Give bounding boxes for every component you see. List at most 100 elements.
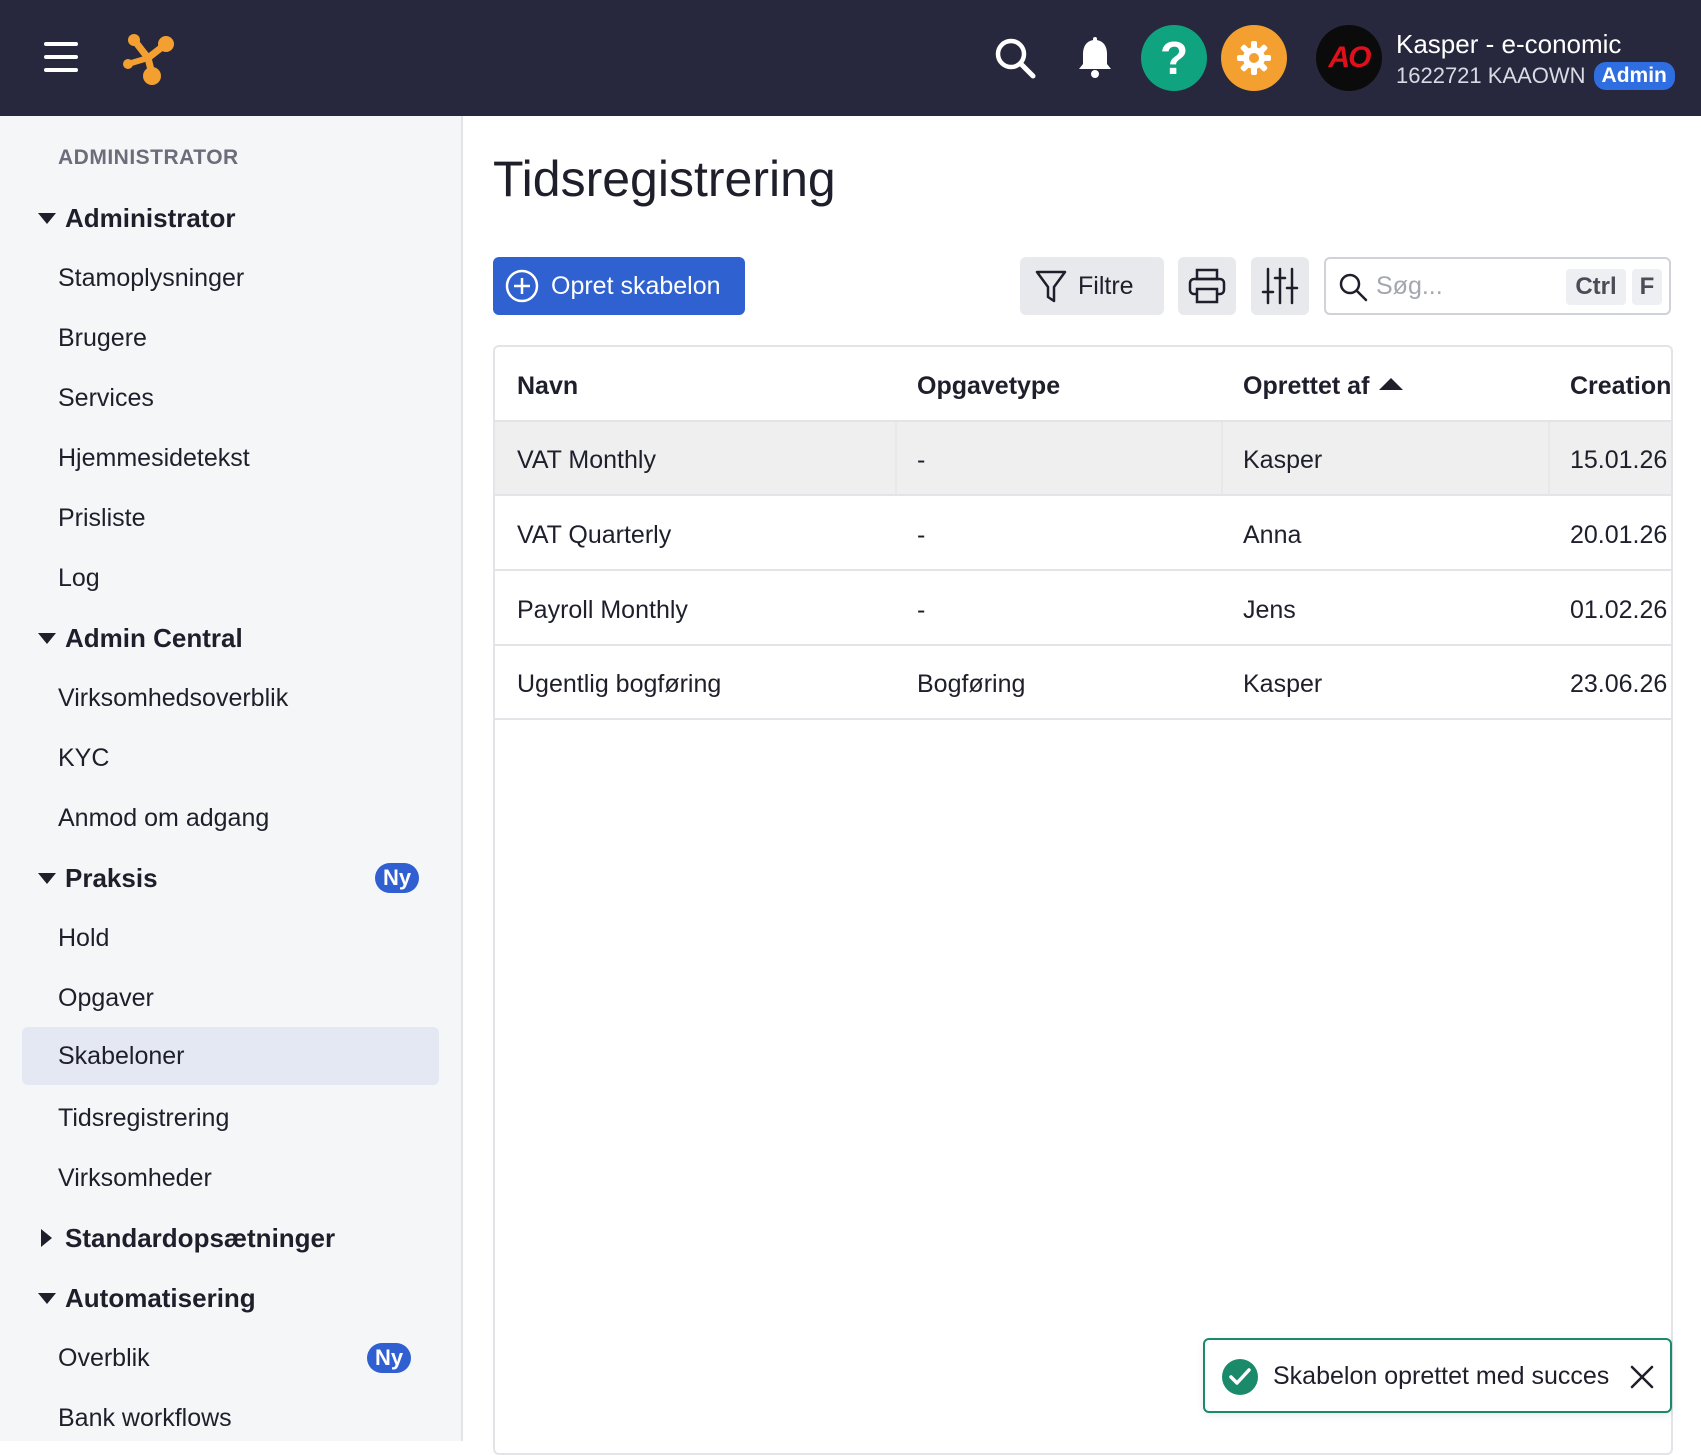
sidebar-item-bank-workflows[interactable]: Bank workflows xyxy=(0,1389,463,1447)
table-row[interactable]: VAT Quarterly - Anna 20.01.26 xyxy=(495,497,1671,571)
sidebar-item-label: Overblik xyxy=(58,1343,150,1372)
printer-icon xyxy=(1188,268,1226,304)
sidebar-item-virksomhedsoverblik[interactable]: Virksomhedsoverblik xyxy=(0,669,463,727)
close-icon[interactable] xyxy=(1629,1364,1655,1390)
sidebar-item-label: Log xyxy=(58,563,100,592)
sidebar-item-skabeloner[interactable]: Skabeloner xyxy=(22,1027,439,1085)
cell-creation: 23.06.26 xyxy=(1570,670,1668,698)
sidebar-item-label: Stamoplysninger xyxy=(58,263,245,292)
sidebar-item-label: Services xyxy=(58,383,154,412)
role-badge: Admin xyxy=(1593,62,1675,90)
sidebar-item-stamoplysninger[interactable]: Stamoplysninger xyxy=(0,249,463,307)
toast-message: Skabelon oprettet med succes xyxy=(1273,1362,1610,1390)
sidebar-item-prisliste[interactable]: Prisliste xyxy=(0,489,463,547)
shortcut-f-key: F xyxy=(1632,269,1662,305)
user-account: 1622721 KAAOWN Admin xyxy=(1396,62,1675,90)
sidebar-item-label: Skabeloner xyxy=(58,1041,185,1070)
help-button[interactable]: ? xyxy=(1141,25,1207,91)
cell-opgavetype: Bogføring xyxy=(917,670,1026,698)
cell-oprettet-af: Jens xyxy=(1243,596,1296,624)
sidebar-item-label: Anmod om adgang xyxy=(58,803,270,832)
sidebar-item-hjemmesidetekst[interactable]: Hjemmesidetekst xyxy=(0,429,463,487)
sidebar-item-label: Admin Central xyxy=(65,622,243,653)
columns-settings-button[interactable] xyxy=(1251,257,1309,315)
gear-icon xyxy=(1237,41,1271,75)
column-header-navn[interactable]: Navn xyxy=(517,372,578,401)
settings-button[interactable] xyxy=(1221,25,1287,91)
sidebar-group-administrator[interactable]: Administrator xyxy=(0,189,463,247)
sidebar-item-label: Opgaver xyxy=(58,983,154,1012)
sidebar-group-praksis[interactable]: Praksis Ny xyxy=(0,849,463,907)
sidebar-item-label: Bank workflows xyxy=(58,1403,232,1432)
cell-creation: 20.01.26 xyxy=(1570,521,1668,549)
sidebar-section-label: ADMINISTRATOR xyxy=(58,146,239,169)
caret-down-icon xyxy=(38,872,56,884)
table-row[interactable]: Payroll Monthly - Jens 01.02.26 xyxy=(495,572,1671,646)
sidebar-item-services[interactable]: Services xyxy=(0,369,463,427)
sidebar-item-hold[interactable]: Hold xyxy=(0,909,463,967)
cell-creation: 15.01.26 xyxy=(1570,446,1668,474)
sidebar-group-automatisering[interactable]: Automatisering xyxy=(0,1269,463,1327)
account-id: 1622721 KAAOWN xyxy=(1396,63,1586,88)
bell-icon[interactable] xyxy=(1071,34,1119,82)
user-name[interactable]: Kasper - e-conomic xyxy=(1396,29,1621,60)
success-toast: Skabelon oprettet med succes xyxy=(1203,1338,1672,1413)
cell-opgavetype: - xyxy=(917,521,926,549)
cell-opgavetype: - xyxy=(917,446,926,474)
column-header-creation[interactable]: Creation xyxy=(1570,372,1671,401)
search-icon[interactable] xyxy=(991,34,1039,82)
column-header-opgavetype[interactable]: Opgavetype xyxy=(917,372,1060,401)
plus-circle-icon xyxy=(505,269,539,303)
avatar-text: AO xyxy=(1328,41,1372,74)
sidebar-item-brugere[interactable]: Brugere xyxy=(0,309,463,367)
cell-creation: 01.02.26 xyxy=(1570,596,1668,624)
cell-navn: Ugentlig bogføring xyxy=(517,670,722,698)
caret-right-icon xyxy=(41,1229,52,1247)
sidebar-item-overblik[interactable]: Overblik Ny xyxy=(0,1329,463,1387)
cell-navn: VAT Monthly xyxy=(517,446,656,474)
logo-icon[interactable] xyxy=(120,30,180,86)
sort-ascending-icon xyxy=(1379,378,1404,390)
sidebar-item-opgaver[interactable]: Opgaver xyxy=(0,969,463,1027)
table-row[interactable]: VAT Monthly - Kasper 15.01.26 xyxy=(495,422,1671,496)
search-input[interactable] xyxy=(1376,269,1546,303)
search-icon xyxy=(1339,273,1368,302)
sidebar-item-label: Virksomhedsoverblik xyxy=(58,683,289,712)
cell-navn: Payroll Monthly xyxy=(517,596,688,624)
sidebar-item-log[interactable]: Log xyxy=(0,549,463,607)
filter-label: Filtre xyxy=(1078,271,1134,300)
sidebar-group-standardopsaetninger[interactable]: Standardopsætninger xyxy=(0,1209,463,1267)
column-header-oprettet-af[interactable]: Oprettet af xyxy=(1243,372,1404,401)
sidebar-item-label: Praksis xyxy=(65,862,158,893)
table-row[interactable]: Ugentlig bogføring Bogføring Kasper 23.0… xyxy=(495,646,1671,720)
cell-oprettet-af: Kasper xyxy=(1243,670,1323,698)
search-field[interactable]: Ctrl F xyxy=(1324,257,1671,315)
sidebar-item-label: Brugere xyxy=(58,323,147,352)
sidebar-item-label: Virksomheder xyxy=(58,1163,212,1192)
menu-icon[interactable] xyxy=(44,42,78,72)
sidebar-group-admin-central[interactable]: Admin Central xyxy=(0,609,463,667)
sidebar-item-anmod-om-adgang[interactable]: Anmod om adgang xyxy=(0,789,463,847)
cell-oprettet-af: Kasper xyxy=(1243,446,1323,474)
caret-down-icon xyxy=(38,212,56,224)
cell-oprettet-af: Anna xyxy=(1243,521,1302,549)
question-icon: ? xyxy=(1159,32,1189,84)
sidebar-item-label: Tidsregistrering xyxy=(58,1103,230,1132)
table-header: Navn Opgavetype Oprettet af Creation xyxy=(495,347,1671,422)
create-template-button[interactable]: Opret skabelon xyxy=(493,257,745,315)
shortcut-ctrl-key: Ctrl xyxy=(1566,269,1626,305)
cell-navn: VAT Quarterly xyxy=(517,521,672,549)
sidebar-item-virksomheder[interactable]: Virksomheder xyxy=(0,1149,463,1207)
create-template-label: Opret skabelon xyxy=(551,271,721,300)
sidebar-item-tidsregistrering[interactable]: Tidsregistrering xyxy=(0,1089,463,1147)
templates-table: Navn Opgavetype Oprettet af Creation VAT… xyxy=(493,345,1673,1455)
cell-opgavetype: - xyxy=(917,596,926,624)
sidebar-item-label: Prisliste xyxy=(58,503,146,532)
print-button[interactable] xyxy=(1178,257,1236,315)
sidebar-item-kyc[interactable]: KYC xyxy=(0,729,463,787)
sidebar: ADMINISTRATOR Administrator Stamoplysnin… xyxy=(0,116,463,1441)
sidebar-item-label: Standardopsætninger xyxy=(65,1222,336,1253)
column-header-label: Oprettet af xyxy=(1243,372,1370,400)
filter-button[interactable]: Filtre xyxy=(1020,257,1164,315)
avatar[interactable]: AO xyxy=(1316,25,1382,91)
